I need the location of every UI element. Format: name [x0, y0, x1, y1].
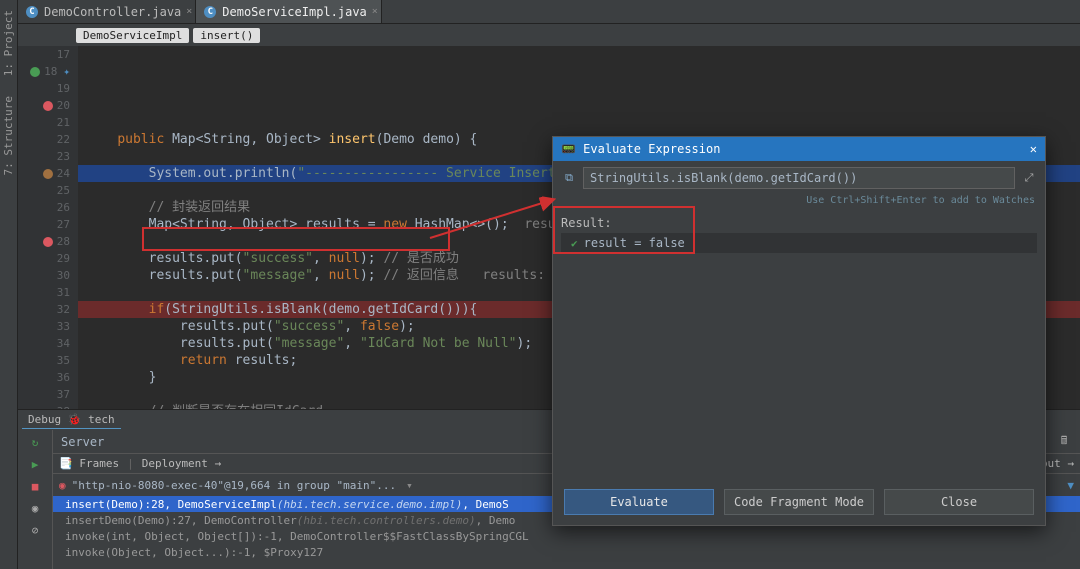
frames-label[interactable]: Frames — [79, 457, 119, 470]
line-number: 20 — [57, 97, 70, 114]
resume-icon[interactable]: ▶ — [27, 456, 43, 472]
expression-hint: Use Ctrl+Shift+Enter to add to Watches — [553, 195, 1045, 210]
dialog-title: Evaluate Expression — [583, 142, 720, 156]
stop-icon[interactable]: ■ — [27, 478, 43, 494]
tab-label: DemoController.java — [44, 5, 181, 19]
breadcrumb-class[interactable]: DemoServiceImpl — [76, 28, 189, 43]
thread-name: "http-nio-8080-exec-40"@19,664 in group … — [72, 479, 397, 492]
line-number: 28 — [57, 233, 70, 250]
view-breakpoints-icon[interactable]: ◉ — [27, 500, 43, 516]
stack-frame[interactable]: invoke(int, Object, Object[]):-1, DemoCo… — [53, 528, 1080, 544]
line-number: 22 — [57, 131, 70, 148]
line-number: 24 — [57, 165, 70, 182]
result-row[interactable]: ✔ result = false — [561, 233, 1037, 253]
deployment-label[interactable]: Deployment → — [142, 457, 221, 470]
line-number: 17 — [57, 46, 70, 63]
server-tab[interactable]: Server — [61, 435, 104, 449]
expand-icon[interactable]: ⤢ — [1021, 170, 1037, 186]
tab-label: DemoServiceImpl.java — [222, 5, 367, 19]
line-number: 34 — [57, 335, 70, 352]
line-number: 27 — [57, 216, 70, 233]
rerun-icon[interactable]: ↻ — [27, 434, 43, 450]
line-number: 21 — [57, 114, 70, 131]
left-tool-window-bar: 1: Project 7: Structure — [0, 0, 18, 569]
gutter[interactable]: 1718✦19202122232425262728293031323334353… — [18, 46, 78, 409]
mute-breakpoints-icon[interactable]: ⊘ — [27, 522, 43, 538]
expression-input[interactable] — [583, 167, 1015, 189]
evaluate-expression-icon[interactable]: 🖩 — [1056, 434, 1072, 450]
code-line[interactable] — [78, 114, 1080, 131]
check-icon: ✔ — [571, 237, 578, 250]
line-number: 19 — [57, 80, 70, 97]
gutter-icon[interactable] — [30, 67, 40, 77]
debug-tab[interactable]: Debug 🐞 tech — [22, 411, 121, 429]
debug-side-toolbar: ↻ ▶ ■ ◉ ⊘ — [18, 430, 53, 569]
structure-tool-button[interactable]: 7: Structure — [2, 96, 15, 175]
breadcrumb-method[interactable]: insert() — [193, 28, 260, 43]
line-number: 30 — [57, 267, 70, 284]
close-button[interactable]: Close — [884, 489, 1034, 515]
line-number: 23 — [57, 148, 70, 165]
gutter-icon[interactable] — [43, 101, 53, 111]
stack-frame[interactable]: invoke(Object, Object...):-1, $Proxy127 — [53, 544, 1080, 560]
filter-icon[interactable]: ▼ — [1067, 479, 1074, 492]
dialog-buttons: Evaluate Code Fragment Mode Close — [553, 479, 1045, 525]
line-number: 31 — [57, 284, 70, 301]
line-number: 26 — [57, 199, 70, 216]
java-class-icon: C — [26, 6, 38, 18]
close-icon[interactable]: × — [372, 6, 378, 17]
evaluate-expression-dialog: 📟 Evaluate Expression ✕ ⧉ ⤢ Use Ctrl+Shi… — [552, 136, 1046, 526]
line-number: 18 — [44, 63, 57, 80]
line-number: 36 — [57, 369, 70, 386]
result-area: Result: ✔ result = false — [553, 210, 1045, 479]
code-fragment-mode-button[interactable]: Code Fragment Mode — [724, 489, 874, 515]
line-number: 35 — [57, 352, 70, 369]
history-icon[interactable]: ⧉ — [561, 170, 577, 186]
line-number: 29 — [57, 250, 70, 267]
line-number: 37 — [57, 386, 70, 403]
gutter-icon[interactable] — [43, 237, 53, 247]
tab-demoserviceimpl[interactable]: C DemoServiceImpl.java × — [196, 0, 382, 23]
line-number: 32 — [57, 301, 70, 318]
breadcrumb: DemoServiceImpl insert() — [18, 24, 1080, 46]
evaluate-button[interactable]: Evaluate — [564, 489, 714, 515]
line-number: 33 — [57, 318, 70, 335]
gutter-icon[interactable] — [43, 169, 53, 179]
tab-democontroller[interactable]: C DemoController.java × — [18, 0, 196, 23]
result-label: Result: — [561, 216, 1037, 230]
project-tool-button[interactable]: 1: Project — [2, 10, 15, 76]
close-icon[interactable]: ✕ — [1030, 142, 1037, 156]
line-number: 25 — [57, 182, 70, 199]
dialog-title-bar[interactable]: 📟 Evaluate Expression ✕ — [553, 137, 1045, 161]
close-icon[interactable]: × — [186, 6, 192, 17]
result-value: result = false — [584, 236, 685, 250]
java-class-icon: C — [204, 6, 216, 18]
editor-tab-bar: C DemoController.java × C DemoServiceImp… — [18, 0, 1080, 24]
